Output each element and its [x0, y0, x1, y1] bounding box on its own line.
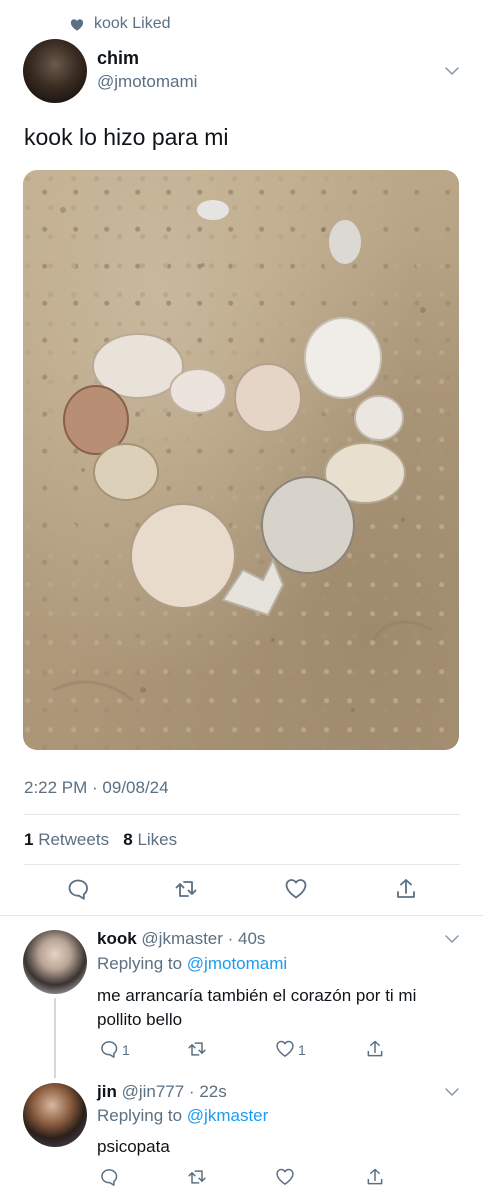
- divider: [24, 864, 460, 865]
- social-context: kook Liked: [70, 14, 171, 34]
- like-icon[interactable]: [275, 1167, 295, 1187]
- reply-text: me arrancaría también el corazón por ti …: [97, 986, 417, 1029]
- replying-to-label: Replying to: [97, 1106, 183, 1125]
- retweet-icon[interactable]: [174, 877, 198, 901]
- chevron-down-icon[interactable]: [443, 1083, 461, 1101]
- like-icon[interactable]: [275, 1039, 295, 1059]
- like-count[interactable]: 8: [123, 830, 132, 849]
- share-icon[interactable]: [365, 1167, 385, 1187]
- author-handle[interactable]: @jmotomami: [97, 72, 197, 92]
- author-name[interactable]: chim: [97, 48, 139, 69]
- replying-to-handle[interactable]: @jmotomami: [187, 954, 287, 973]
- avatar[interactable]: [23, 1083, 87, 1147]
- chevron-down-icon[interactable]: [443, 62, 461, 80]
- thread-line: [54, 998, 56, 1078]
- social-context-label: kook Liked: [94, 15, 171, 32]
- share-icon[interactable]: [394, 877, 418, 901]
- like-icon[interactable]: [284, 877, 308, 901]
- reply-header: jin @jin777 · 22s: [97, 1082, 227, 1102]
- replying-to: Replying to @jkmaster: [97, 1106, 268, 1126]
- share-icon[interactable]: [365, 1039, 385, 1059]
- reply-author-handle[interactable]: @jin777 · 22s: [122, 1082, 227, 1101]
- retweets-label[interactable]: Retweets: [38, 830, 109, 849]
- reply-icon[interactable]: [99, 1039, 119, 1059]
- avatar[interactable]: [23, 39, 87, 103]
- reply-author-name[interactable]: kook: [97, 929, 137, 948]
- chevron-down-icon[interactable]: [443, 930, 461, 948]
- reply-author-handle[interactable]: @jkmaster · 40s: [141, 929, 265, 948]
- replying-to-handle[interactable]: @jkmaster: [187, 1106, 269, 1125]
- retweet-icon[interactable]: [187, 1167, 207, 1187]
- tweet-text: kook lo hizo para mi: [24, 124, 229, 150]
- divider: [24, 814, 460, 815]
- avatar[interactable]: [23, 930, 87, 994]
- reply-icon[interactable]: [66, 877, 90, 901]
- reply-icon[interactable]: [99, 1167, 119, 1187]
- retweet-count[interactable]: 1: [24, 830, 33, 849]
- reply-count: 1: [122, 1042, 130, 1058]
- divider: [0, 915, 483, 916]
- reply-text: psicopata: [97, 1137, 170, 1156]
- replying-to-label: Replying to: [97, 954, 183, 973]
- likes-label[interactable]: Likes: [137, 830, 177, 849]
- reply-author-name[interactable]: jin: [97, 1082, 117, 1101]
- retweet-icon[interactable]: [187, 1039, 207, 1059]
- like-count: 1: [298, 1042, 306, 1058]
- tweet-timestamp[interactable]: 2:22 PM · 09/08/24: [24, 778, 169, 798]
- tweet-stats: 1 Retweets 8 Likes: [24, 830, 177, 850]
- reply-header: kook @jkmaster · 40s: [97, 929, 265, 949]
- replying-to: Replying to @jmotomami: [97, 954, 287, 974]
- tweet-photo[interactable]: [23, 170, 459, 750]
- heart-icon: [70, 18, 84, 31]
